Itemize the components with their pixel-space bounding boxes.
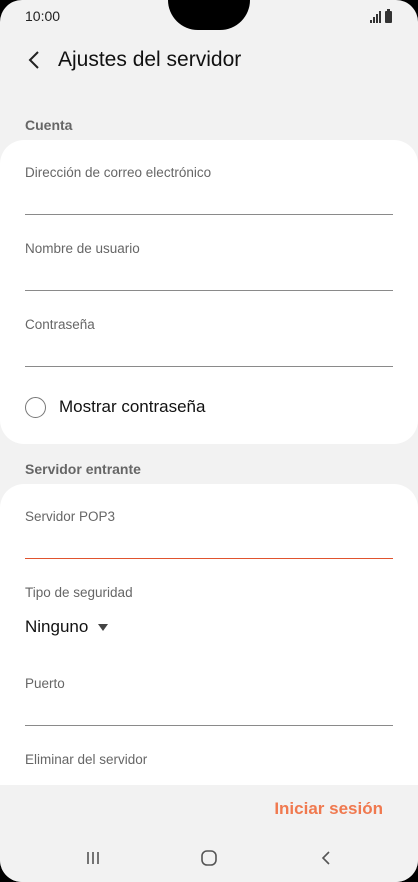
port-field[interactable] (25, 696, 393, 724)
battery-icon (385, 9, 392, 23)
system-icons (370, 9, 392, 23)
page-title: Ajustes del servidor (58, 48, 242, 71)
sign-in-button[interactable]: Iniciar sesión (274, 799, 383, 819)
signal-icon (370, 11, 381, 23)
status-time: 10:00 (25, 8, 61, 24)
status-bar: 10:00 (0, 0, 418, 36)
show-password-radio[interactable] (25, 396, 46, 418)
username-underline (25, 290, 393, 291)
email-underline (25, 214, 393, 215)
delete-from-server-label: Eliminar del servidor (25, 752, 148, 767)
username-field[interactable] (25, 261, 393, 289)
phone-screen: 10:00 Ajustes del servidor Cuenta Direcc… (0, 0, 418, 882)
security-type-label: Tipo de seguridad (25, 585, 133, 600)
password-label: Contraseña (25, 317, 95, 332)
port-label: Puerto (25, 676, 65, 691)
camera-notch (168, 0, 250, 30)
home-icon (201, 850, 217, 866)
password-field[interactable] (25, 337, 393, 365)
pop3-server-underline (25, 558, 393, 559)
home-button[interactable] (189, 847, 229, 869)
dropdown-arrow-icon (98, 623, 109, 631)
back-nav-button[interactable] (306, 847, 346, 869)
pop3-server-field[interactable] (25, 529, 393, 557)
security-type-value: Ninguno (25, 617, 89, 636)
section-header-account: Cuenta (25, 117, 73, 133)
app-bar: Ajustes del servidor (0, 36, 418, 88)
username-label: Nombre de usuario (25, 241, 140, 256)
show-password-label: Mostrar contraseña (59, 397, 206, 416)
email-label: Dirección de correo electrónico (25, 165, 212, 180)
section-header-incoming: Servidor entrante (25, 461, 141, 477)
account-card: Dirección de correo electrónico Nombre d… (0, 140, 418, 444)
port-underline (25, 725, 393, 726)
recent-apps-button[interactable] (73, 847, 113, 869)
recent-apps-icon (87, 852, 99, 864)
pop3-server-label: Servidor POP3 (25, 509, 116, 524)
chevron-left-icon (28, 51, 39, 69)
show-password-option[interactable]: Mostrar contraseña (25, 393, 205, 421)
bottom-action-bar: Iniciar sesión (0, 785, 418, 835)
password-underline (25, 366, 393, 367)
security-type-dropdown[interactable]: Ninguno (25, 617, 109, 637)
email-field[interactable] (25, 185, 393, 213)
back-icon (321, 851, 330, 865)
back-button[interactable] (20, 46, 48, 74)
incoming-card: Servidor POP3 Tipo de seguridad Ninguno … (0, 484, 418, 814)
system-nav-bar (0, 835, 418, 882)
